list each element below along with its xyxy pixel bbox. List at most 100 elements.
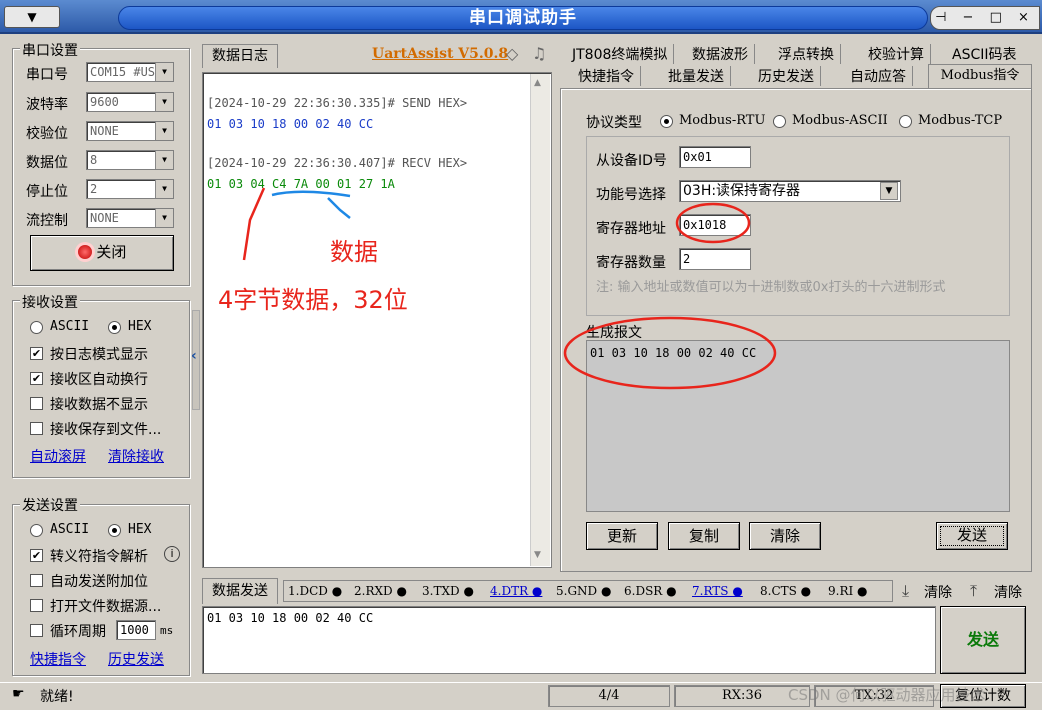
- serial-group-title: 串口设置: [20, 40, 80, 60]
- status-ready: 就绪!: [40, 689, 74, 705]
- receive-group-title: 接收设置: [20, 292, 80, 312]
- save-file-label: 接收保存到文件...: [50, 422, 162, 438]
- send-ascii-radio[interactable]: [30, 524, 43, 537]
- cycle-unit: ms: [160, 624, 174, 637]
- receive-hex-label: HEX: [128, 319, 152, 334]
- close-button-label: 关闭: [96, 243, 127, 261]
- hide-data-label: 接收数据不显示: [50, 397, 148, 413]
- slave-id-label: 从设备ID号: [596, 153, 667, 169]
- tab-auto-reply[interactable]: 自动应答: [844, 66, 913, 86]
- system-menu-button[interactable]: ▼: [4, 6, 60, 28]
- cycle-input[interactable]: 1000: [116, 620, 156, 640]
- parity-select[interactable]: NONE ▼: [86, 121, 174, 141]
- clear-send-button[interactable]: 清除: [924, 582, 952, 602]
- port-status-icon: [77, 245, 92, 259]
- clear-log-button[interactable]: 清除: [994, 582, 1022, 602]
- pin-rxd: 2.RXD ●: [354, 584, 407, 598]
- clear-up-icon[interactable]: ⤒: [970, 581, 977, 601]
- status-count: 4/4: [548, 685, 670, 707]
- send-hex-radio[interactable]: [108, 524, 121, 537]
- tab-data-log[interactable]: 数据日志: [202, 44, 278, 68]
- log-area[interactable]: [202, 72, 552, 568]
- tab-quick[interactable]: 快捷指令: [572, 66, 641, 86]
- flow-label: 流控制: [26, 213, 68, 229]
- receive-hex-radio[interactable]: [108, 321, 121, 334]
- annotation-bytes: 4字节数据，32位: [218, 286, 408, 314]
- stopbits-select[interactable]: 2 ▼: [86, 179, 174, 199]
- databits-label: 数据位: [26, 155, 68, 171]
- cycle-checkbox[interactable]: [30, 624, 43, 637]
- annotation-data: 数据: [330, 238, 378, 266]
- tab-batch[interactable]: 批量发送: [662, 66, 731, 86]
- info-icon[interactable]: i: [164, 546, 180, 562]
- pin-dtr[interactable]: 4.DTR ●: [490, 584, 542, 598]
- quick-command-link[interactable]: 快捷指令: [30, 649, 86, 669]
- close-port-button[interactable]: 关闭: [30, 235, 174, 271]
- log-mode-checkbox[interactable]: ✔: [30, 347, 43, 360]
- pin-dcd: 1.DCD ●: [288, 584, 343, 598]
- window-controls[interactable]: ⊣ − □ ×: [930, 6, 1040, 30]
- save-file-checkbox[interactable]: [30, 422, 43, 435]
- parity-value: NONE: [90, 124, 119, 138]
- databits-value: 8: [90, 153, 98, 167]
- auto-wrap-checkbox[interactable]: ✔: [30, 372, 43, 385]
- log-scrollbar[interactable]: [530, 74, 550, 566]
- file-source-label: 打开文件数据源...: [50, 599, 162, 615]
- tab-checksum[interactable]: 校验计算: [862, 44, 931, 64]
- pin-rts[interactable]: 7.RTS ●: [692, 584, 743, 598]
- annotation-circles: [563, 202, 777, 390]
- clear-receive-link[interactable]: 清除接收: [108, 446, 164, 466]
- tab-ascii[interactable]: ASCII码表: [946, 44, 1023, 64]
- tab-history[interactable]: 历史发送: [752, 66, 821, 86]
- file-source-checkbox[interactable]: [30, 599, 43, 612]
- tab-waveform[interactable]: 数据波形: [686, 44, 755, 64]
- send-input[interactable]: 01 03 10 18 00 02 40 CC: [202, 606, 936, 674]
- clear-frame-button[interactable]: 清除: [749, 522, 821, 550]
- scroll-up-icon[interactable]: ▲: [534, 78, 541, 88]
- history-send-link[interactable]: 历史发送: [108, 649, 164, 669]
- auto-scroll-link[interactable]: 自动滚屏: [30, 446, 86, 466]
- tabs-row1: JT808终端模拟 数据波形 浮点转换 校验计算 ASCII码表: [566, 44, 1032, 64]
- tab-modbus[interactable]: Modbus指令: [928, 64, 1032, 90]
- log-send-data: 01 03 10 18 00 02 40 CC: [207, 117, 374, 131]
- send-button[interactable]: 发送: [940, 606, 1026, 674]
- escape-label: 转义符指令解析: [50, 549, 148, 565]
- log-recv-header: [2024-10-29 22:36:30.407]# RECV HEX>: [207, 156, 468, 170]
- tab-float[interactable]: 浮点转换: [772, 44, 841, 64]
- flow-select[interactable]: NONE ▼: [86, 208, 174, 228]
- log-mode-label: 按日志模式显示: [50, 347, 148, 363]
- slave-id-input[interactable]: 0x01: [679, 146, 751, 168]
- modbus-tcp-radio[interactable]: [899, 115, 912, 128]
- tab-data-send[interactable]: 数据发送: [202, 578, 278, 604]
- update-button[interactable]: 更新: [586, 522, 658, 550]
- tab-jt808[interactable]: JT808终端模拟: [566, 44, 675, 64]
- port-value: COM15 #US: [90, 65, 156, 79]
- brand-link[interactable]: UartAssist V5.0.8: [372, 46, 508, 62]
- chevron-down-icon: ▼: [155, 63, 173, 81]
- stopbits-value: 2: [90, 182, 98, 196]
- send-hex-label: HEX: [128, 522, 152, 537]
- collapse-arrow-icon[interactable]: ‹: [191, 348, 197, 364]
- escape-checkbox[interactable]: ✔: [30, 549, 43, 562]
- port-select[interactable]: COM15 #US ▼: [86, 62, 174, 82]
- modbus-rtu-radio[interactable]: [660, 115, 673, 128]
- receive-ascii-radio[interactable]: [30, 321, 43, 334]
- bell-icon[interactable]: ♫: [532, 44, 546, 63]
- scroll-down-icon[interactable]: ▼: [534, 550, 541, 560]
- port-label: 串口号: [26, 67, 68, 83]
- chevron-down-icon: ▼: [880, 182, 898, 200]
- diamond-icon[interactable]: ◇: [506, 44, 518, 63]
- hide-data-checkbox[interactable]: [30, 397, 43, 410]
- baud-select[interactable]: 9600 ▼: [86, 92, 174, 112]
- copy-button[interactable]: 复制: [668, 522, 740, 550]
- watermark: CSDN @何以驱动器应用技术: [788, 686, 986, 704]
- chevron-down-icon: ▼: [155, 151, 173, 169]
- window-title: 串口调试助手: [469, 8, 577, 28]
- log-send-header: [2024-10-29 22:36:30.335]# SEND HEX>: [207, 96, 468, 110]
- modbus-send-button[interactable]: 发送: [936, 522, 1008, 550]
- append-check-checkbox[interactable]: [30, 574, 43, 587]
- chevron-down-icon: ▼: [155, 93, 173, 111]
- clear-down-icon[interactable]: ⤓: [902, 581, 909, 601]
- databits-select[interactable]: 8 ▼: [86, 150, 174, 170]
- modbus-ascii-radio[interactable]: [773, 115, 786, 128]
